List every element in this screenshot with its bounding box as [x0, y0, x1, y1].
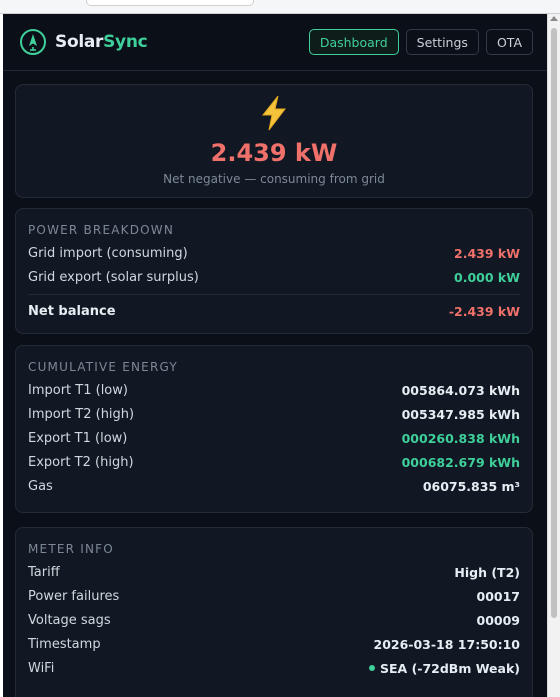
export-t1-row: Export T1 (low) 000260.838 kWh	[16, 426, 532, 450]
row-value: 00009	[476, 612, 521, 628]
import-t2-row: Import T2 (high) 005347.985 kWh	[16, 402, 532, 426]
voltage-sags-row: Voltage sags 00009	[16, 608, 532, 632]
browser-chrome	[0, 0, 560, 14]
row-label: Tariff	[28, 564, 60, 580]
row-label: Power failures	[28, 588, 120, 604]
wifi-value: SEA (-72dBm Weak)	[380, 660, 520, 676]
export-t2-row: Export T2 (high) 000682.679 kWh	[16, 450, 532, 474]
lightning-bolt-icon	[16, 95, 532, 139]
app-window: SolarSync Dashboard Settings OTA 2.439 k…	[3, 14, 547, 697]
row-value: 2.439 kW	[454, 245, 520, 261]
import-t1-row: Import T1 (low) 005864.073 kWh	[16, 378, 532, 402]
row-value: 000260.838 kWh	[401, 430, 520, 446]
grid-export-row: Grid export (solar surplus) 0.000 kW	[16, 265, 532, 289]
section-title: METER INFO	[28, 542, 114, 556]
app-header: SolarSync Dashboard Settings OTA	[3, 14, 547, 71]
brand[interactable]: SolarSync	[19, 28, 148, 56]
row-label: Import T1 (low)	[28, 382, 128, 398]
gas-row: Gas 06075.835 m³	[16, 474, 532, 498]
tab-dashboard[interactable]: Dashboard	[308, 29, 399, 55]
row-value: 005347.985 kWh	[401, 406, 520, 422]
meter-info-card: METER INFO Tariff High (T2) Power failur…	[15, 527, 533, 697]
tab-settings[interactable]: Settings	[405, 29, 479, 55]
net-power-card: 2.439 kW Net negative — consuming from g…	[15, 84, 533, 198]
row-label: Import T2 (high)	[28, 406, 135, 422]
row-value: 0.000 kW	[454, 269, 520, 285]
row-value: -2.439 kW	[448, 303, 520, 319]
row-value: 005864.073 kWh	[401, 382, 520, 398]
row-value: 00017	[476, 588, 521, 604]
timestamp-row: Timestamp 2026-03-18 17:50:10	[16, 632, 532, 656]
grid-import-row: Grid import (consuming) 2.439 kW	[16, 241, 532, 265]
brand-name: SolarSync	[55, 32, 148, 52]
divider	[28, 294, 520, 295]
net-balance-row: Net balance -2.439 kW	[16, 299, 532, 323]
net-power-value: 2.439 kW	[210, 139, 338, 167]
row-label: Timestamp	[28, 636, 101, 652]
section-title: CUMULATIVE ENERGY	[28, 360, 178, 374]
row-label: Net balance	[28, 303, 116, 319]
power-breakdown-card: POWER BREAKDOWN Grid import (consuming) …	[15, 208, 533, 334]
browser-tab[interactable]	[86, 0, 254, 6]
section-title: POWER BREAKDOWN	[28, 223, 175, 237]
row-value: 000682.679 kWh	[401, 454, 520, 470]
compass-logo-icon	[20, 29, 46, 55]
wifi-status-dot-icon	[369, 665, 375, 671]
page-scrollbar[interactable]	[547, 14, 560, 697]
scroll-up-arrow-icon[interactable]	[550, 16, 558, 21]
scrollbar-thumb[interactable]	[551, 28, 557, 618]
row-label: Export T1 (low)	[28, 430, 128, 446]
tab-ota[interactable]: OTA	[485, 29, 533, 55]
row-label: Export T2 (high)	[28, 454, 134, 470]
row-value: High (T2)	[454, 564, 520, 580]
tariff-row: Tariff High (T2)	[16, 560, 532, 584]
power-failures-row: Power failures 00017	[16, 584, 532, 608]
top-nav: Dashboard Settings OTA	[308, 29, 533, 55]
row-label: Gas	[28, 478, 53, 494]
row-value: SEA (-72dBm Weak)	[369, 661, 520, 676]
cumulative-energy-card: CUMULATIVE ENERGY Import T1 (low) 005864…	[15, 345, 533, 513]
row-label: Grid import (consuming)	[28, 245, 188, 261]
row-label: WiFi	[28, 660, 55, 676]
row-value: 06075.835 m³	[422, 478, 520, 494]
net-power-status: Net negative — consuming from grid	[163, 172, 385, 186]
wifi-row: WiFi SEA (-72dBm Weak)	[16, 656, 532, 680]
row-label: Grid export (solar surplus)	[28, 269, 199, 285]
row-label: Voltage sags	[28, 612, 111, 628]
row-value: 2026-03-18 17:50:10	[373, 636, 521, 652]
